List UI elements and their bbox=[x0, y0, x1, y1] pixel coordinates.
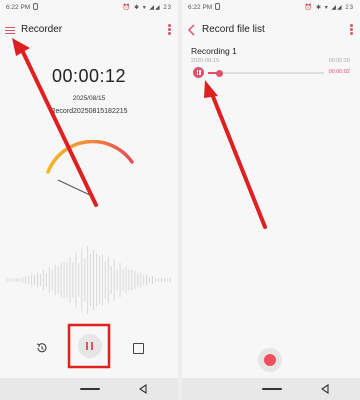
page-title: Recorder bbox=[21, 24, 63, 35]
nav-back-icon[interactable] bbox=[138, 384, 148, 394]
recording-filename: Record20250815182215 bbox=[50, 108, 128, 115]
record-icon bbox=[264, 354, 276, 366]
record-button[interactable] bbox=[258, 348, 282, 372]
system-nav-bar bbox=[0, 378, 178, 400]
pause-button[interactable] bbox=[78, 334, 102, 358]
status-icons: ⏰ ✱ ▾ ◢◢ 23 bbox=[304, 5, 354, 11]
recording-date: 2025-08-15 bbox=[191, 58, 220, 64]
more-vert-icon[interactable] bbox=[166, 23, 172, 37]
waveform bbox=[7, 245, 171, 315]
mic-status-icon bbox=[215, 3, 220, 10]
recording-name: Recording 1 bbox=[191, 46, 237, 56]
home-pill-icon[interactable] bbox=[80, 388, 100, 390]
level-dial bbox=[46, 140, 134, 197]
home-pill-icon[interactable] bbox=[262, 388, 282, 390]
recording-timer: 00:00:12 bbox=[51, 66, 127, 86]
chevron-left-icon[interactable] bbox=[187, 24, 197, 36]
status-icons: ⏰ ✱ ▾ ◢◢ 23 bbox=[122, 5, 172, 11]
status-bar: 6:22 PM ⏰ ✱ ▾ ◢◢ 23 bbox=[182, 0, 360, 16]
more-vert-icon[interactable] bbox=[348, 23, 354, 37]
status-bar: 6:22 PM ⏰ ✱ ▾ ◢◢ 23 bbox=[0, 0, 178, 16]
playback-pause-button[interactable] bbox=[193, 67, 204, 78]
dial-needle bbox=[57, 179, 93, 197]
recording-current-time: 00:00:02 bbox=[328, 69, 350, 75]
page-title: Record file list bbox=[202, 24, 265, 35]
recording-date: 2025/08/15 bbox=[72, 95, 106, 102]
system-nav-bar bbox=[182, 378, 360, 400]
file-list-screen: 6:22 PM ⏰ ✱ ▾ ◢◢ 23 Record file list Rec… bbox=[182, 0, 360, 400]
nav-back-icon[interactable] bbox=[320, 384, 330, 394]
app-bar: Record file list bbox=[182, 18, 360, 42]
pause-icon bbox=[86, 342, 94, 350]
playback-progress-track[interactable] bbox=[208, 69, 324, 77]
app-bar: Recorder bbox=[0, 18, 178, 42]
status-time: 6:22 PM bbox=[188, 4, 213, 11]
stop-icon[interactable] bbox=[133, 343, 144, 354]
hamburger-icon[interactable] bbox=[5, 25, 15, 35]
history-icon[interactable] bbox=[35, 341, 49, 355]
playback-seek-handle[interactable] bbox=[216, 69, 224, 77]
mic-status-icon bbox=[33, 3, 38, 10]
status-time: 6:22 PM bbox=[6, 4, 31, 11]
recording-duration: 00:00:20 bbox=[328, 58, 350, 64]
recorder-screen: 6:22 PM ⏰ ✱ ▾ ◢◢ 23 Recorder 00:00:12 20… bbox=[0, 0, 178, 400]
